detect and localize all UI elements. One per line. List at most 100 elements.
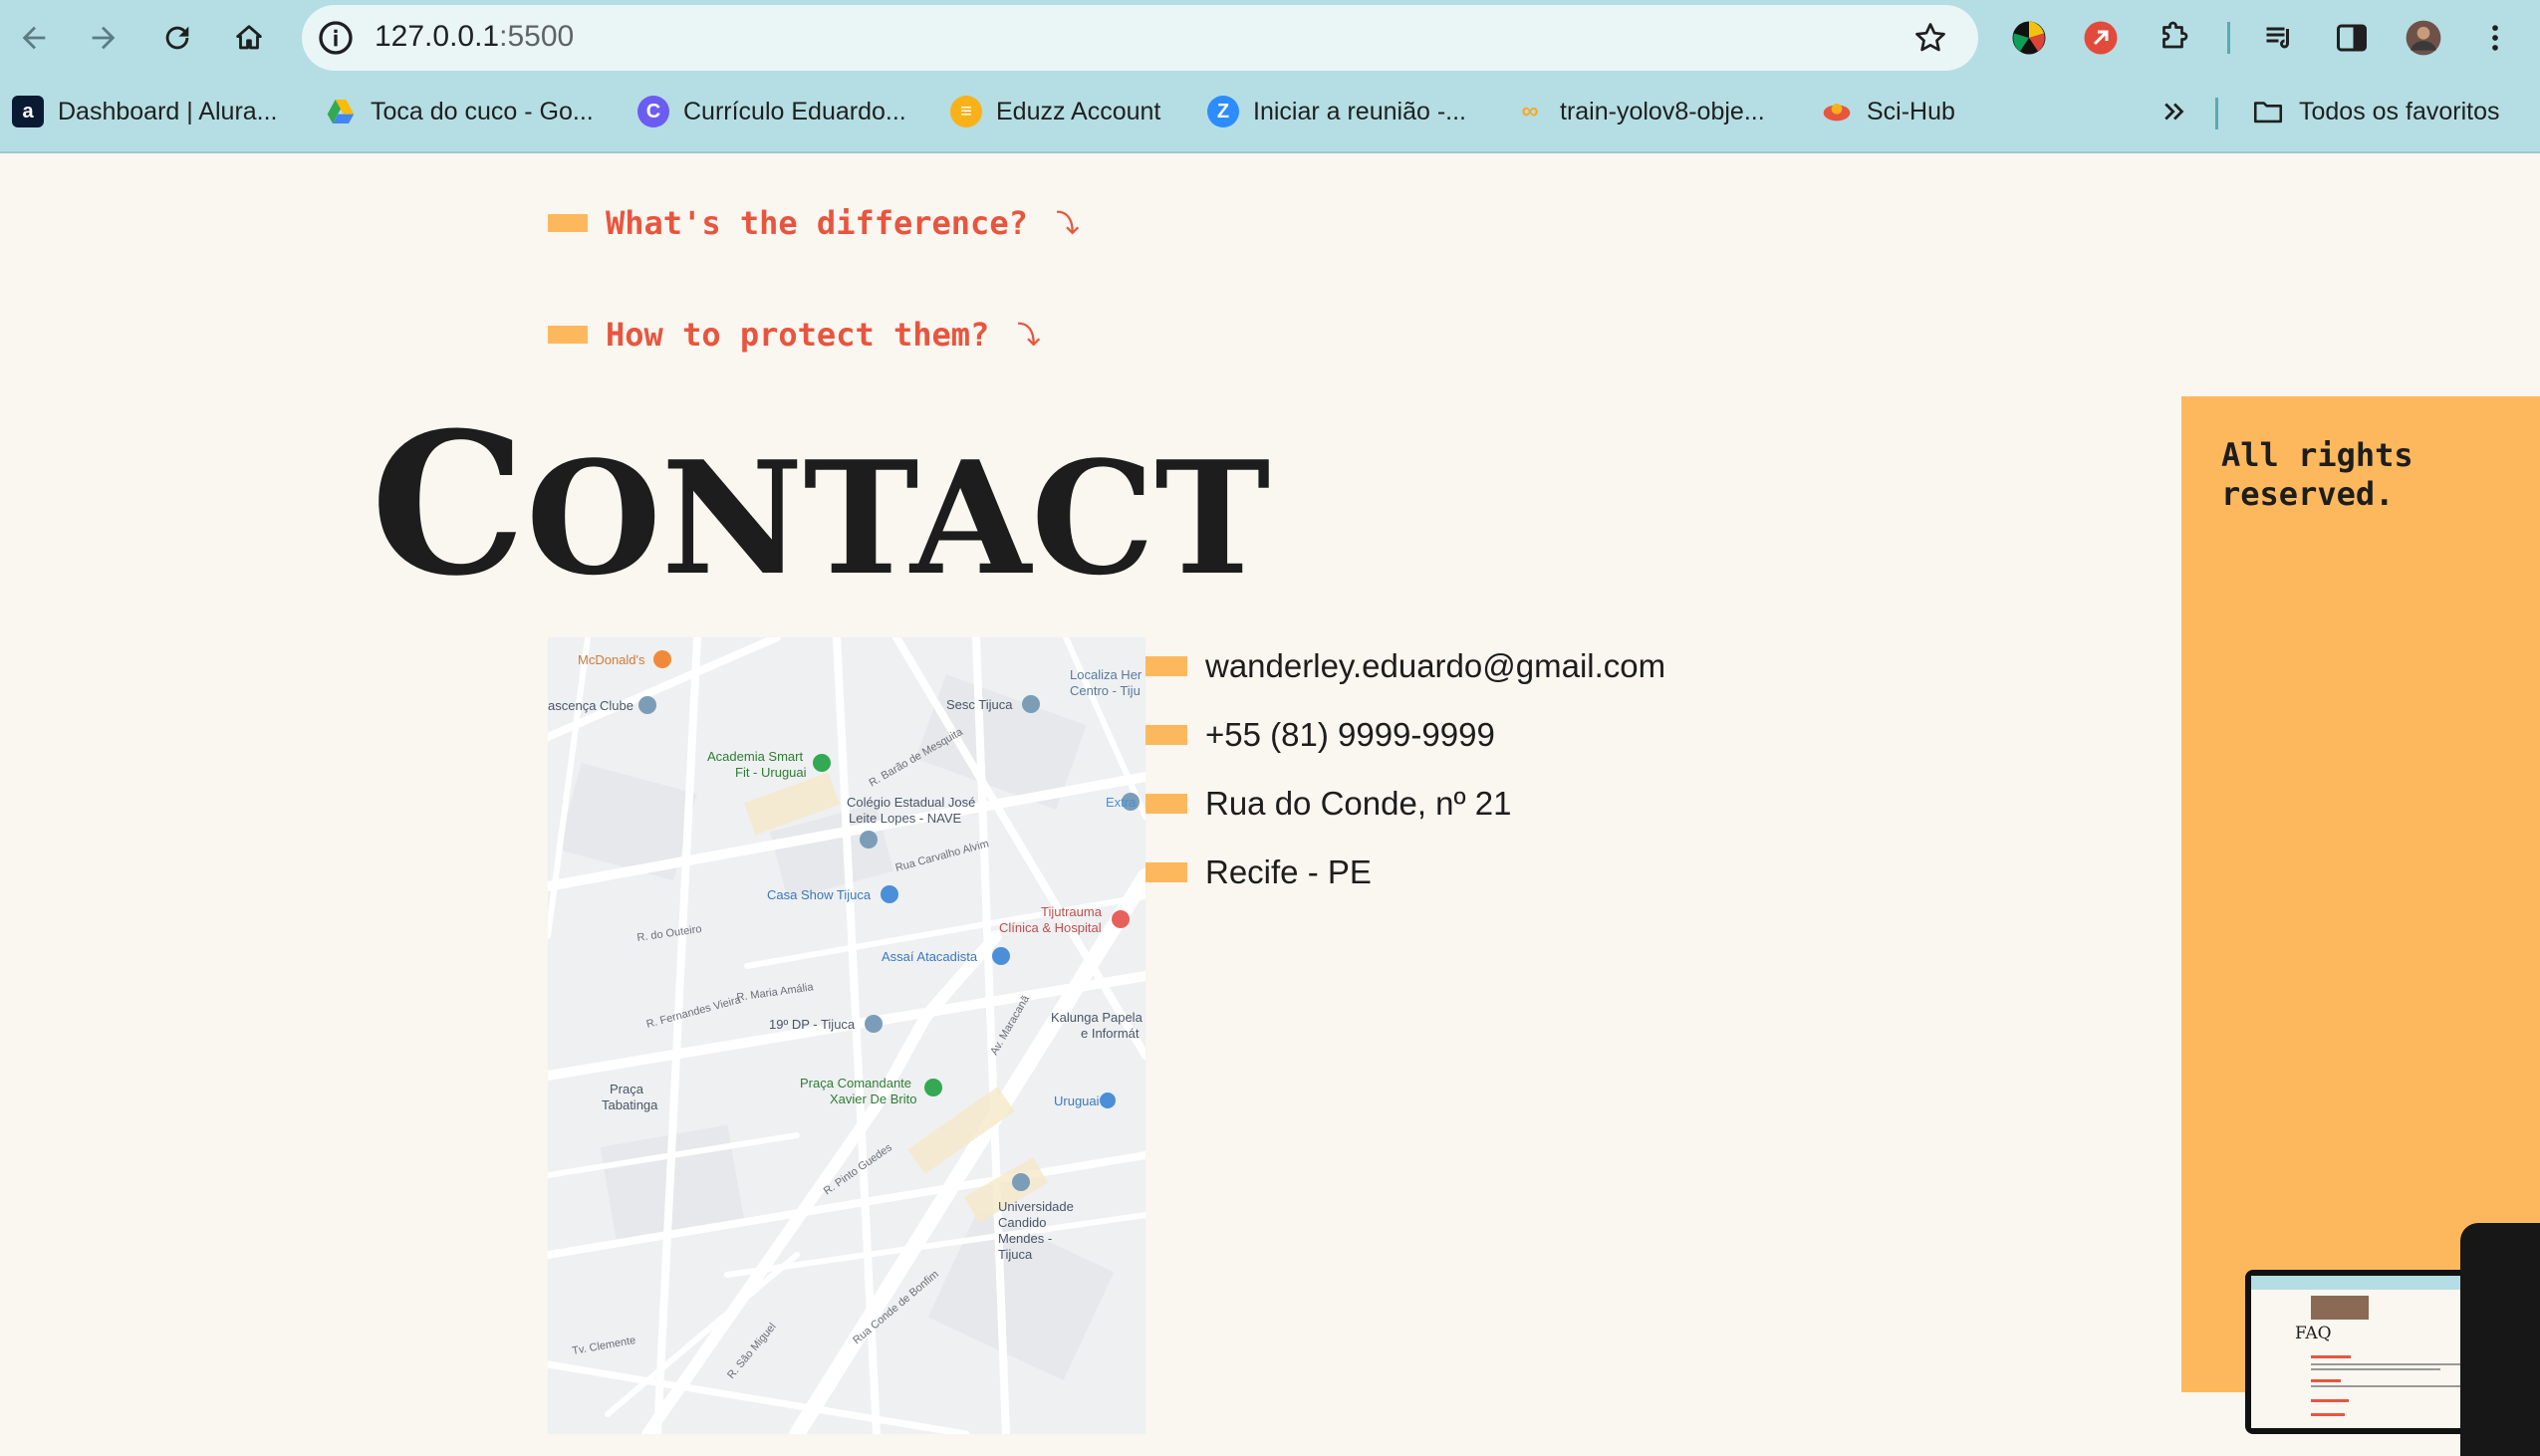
map-pin[interactable] [653, 650, 671, 668]
bookmark-label: Iniciar a reunião -... [1253, 97, 1466, 125]
reload-icon [165, 26, 189, 50]
bookmark-label: Toca do cuco - Go... [371, 97, 594, 125]
orange-marker [1145, 861, 1187, 882]
dock-corner [2460, 1223, 2540, 1456]
contact-email-text: wanderley.eduardo@gmail.com [1205, 646, 1666, 684]
map-label: Assaí Atacadista [882, 949, 978, 964]
zoom-icon: Z [1207, 96, 1239, 127]
thumbnail-line [2311, 1368, 2440, 1370]
home-button[interactable] [225, 14, 273, 62]
map-label: Extra [1106, 795, 1137, 810]
bookmark-curriculo[interactable]: C Currículo Eduardo... [637, 92, 906, 131]
map-label: Tijuca [998, 1247, 1033, 1262]
map-label: Tabatinga [602, 1097, 658, 1112]
browser-toolbar: 127.0.0.1:5500 [0, 0, 2540, 76]
media-control-icon[interactable] [2261, 19, 2299, 57]
thumbnail-line [2311, 1379, 2341, 1382]
extension-colorful-icon[interactable] [2010, 19, 2048, 57]
contact-address-text: Rua do Conde, nº 21 [1205, 784, 1512, 822]
map-label: Leite Lopes - NAVE [849, 811, 962, 826]
contact-heading: CONTACT [371, 390, 1271, 619]
arrow-left-icon [22, 26, 46, 50]
map-label: Candido [998, 1215, 1046, 1230]
orange-marker [1145, 793, 1187, 814]
bookmark-colab[interactable]: ∞ train-yolov8-obje... [1514, 92, 1764, 131]
orange-marker [548, 214, 588, 232]
alura-icon: a [12, 96, 44, 127]
bookmark-label: Sci-Hub [1867, 97, 1955, 125]
curved-arrow-down-icon [1056, 210, 1079, 235]
google-map[interactable]: McDonald's ascença Clube Sesc Tijuca Loc… [548, 637, 1145, 1434]
contact-email[interactable]: wanderley.eduardo@gmail.com [1145, 631, 1665, 700]
canva-icon: C [637, 96, 669, 127]
map-label: Casa Show Tijuca [767, 887, 872, 902]
contact-address: Rua do Conde, nº 21 [1145, 769, 1665, 838]
thumbnail-line [2311, 1385, 2460, 1387]
faq-link-protect[interactable]: How to protect them? [548, 316, 1045, 354]
chevron-double-right-icon [2164, 103, 2184, 121]
map-label: ascença Clube [548, 698, 634, 713]
thumbnail-line [2311, 1363, 2460, 1365]
copyright-text: All rights reserved. [2221, 436, 2413, 513]
folder-icon [2253, 102, 2283, 123]
map-label: e Informát [1081, 1026, 1140, 1041]
contact-phone[interactable]: +55 (81) 9999-9999 [1145, 700, 1665, 769]
map-label: Xavier De Brito [830, 1092, 916, 1106]
bookmark-zoom[interactable]: Z Iniciar a reunião -... [1207, 92, 1466, 131]
bookmark-label: Currículo Eduardo... [683, 97, 906, 125]
thumbnail-image [2311, 1296, 2369, 1320]
browser-chrome: 127.0.0.1:5500 a Dashboard | Alura... To… [0, 0, 2540, 153]
thumbnail-line [2311, 1413, 2345, 1416]
bookmark-star-icon[interactable] [1912, 20, 1948, 56]
page-content: What's the difference? How to protect th… [0, 153, 2540, 1456]
bookmark-scihub[interactable]: Sci-Hub [1821, 92, 1955, 131]
all-bookmarks-label: Todos os favoritos [2299, 97, 2500, 125]
side-panel-icon[interactable] [2333, 19, 2371, 57]
scihub-icon [1821, 96, 1853, 127]
orange-marker [1145, 655, 1187, 676]
curved-arrow-down-icon [1018, 322, 1041, 347]
map-label: Clínica & Hospital [999, 920, 1102, 935]
bookmark-drive[interactable]: Toca do cuco - Go... [325, 92, 594, 131]
bookmark-label: Dashboard | Alura... [58, 97, 278, 125]
home-icon [236, 25, 262, 50]
map-label: Uruguai [1054, 1093, 1100, 1108]
site-info-icon[interactable] [316, 18, 356, 58]
map-label: Sesc Tijuca [946, 697, 1013, 712]
google-drive-icon [325, 96, 357, 127]
thumbnail-line [2311, 1399, 2349, 1402]
faq-link-difference[interactable]: What's the difference? [548, 204, 1084, 242]
map-label: Fit - Uruguai [735, 765, 807, 780]
more-bookmarks-button[interactable] [2159, 92, 2189, 131]
contact-phone-text: +55 (81) 9999-9999 [1205, 715, 1495, 753]
contact-info-list: wanderley.eduardo@gmail.com +55 (81) 999… [1145, 631, 1665, 906]
address-bar[interactable]: 127.0.0.1:5500 [302, 5, 1978, 71]
profile-avatar[interactable] [2405, 19, 2442, 57]
map-label: Colégio Estadual José [847, 795, 975, 810]
bookmark-label: Eduzz Account [996, 97, 1161, 125]
map-label: Centro - Tiju [1070, 683, 1141, 698]
contact-city-text: Recife - PE [1205, 852, 1372, 890]
map-label: Praça [610, 1082, 644, 1096]
reload-button[interactable] [153, 14, 201, 62]
bookmarks-divider [2215, 98, 2218, 129]
arrow-right-icon [92, 26, 116, 50]
extensions-puzzle-icon[interactable] [2156, 19, 2193, 57]
toolbar-divider [2227, 22, 2230, 54]
forward-button[interactable] [80, 14, 127, 62]
map-label: Tijutrauma [1041, 904, 1103, 919]
browser-menu-icon[interactable] [2476, 19, 2514, 57]
bookmarks-bar: a Dashboard | Alura... Toca do cuco - Go… [0, 84, 2540, 139]
back-button[interactable] [10, 14, 58, 62]
map-label: Localiza Her [1070, 667, 1143, 682]
all-bookmarks-folder[interactable]: Todos os favoritos [2251, 92, 2500, 131]
faq-link-label: How to protect them? [606, 316, 990, 354]
eduzz-icon: ≡ [950, 96, 982, 127]
bookmark-alura[interactable]: a Dashboard | Alura... [12, 92, 278, 131]
contact-city: Recife - PE [1145, 838, 1665, 906]
extension-red-icon[interactable] [2082, 19, 2120, 57]
map-label: Mendes - [998, 1231, 1052, 1246]
orange-marker [1145, 724, 1187, 745]
map-label: Praça Comandante [800, 1076, 911, 1091]
bookmark-eduzz[interactable]: ≡ Eduzz Account [950, 92, 1160, 131]
